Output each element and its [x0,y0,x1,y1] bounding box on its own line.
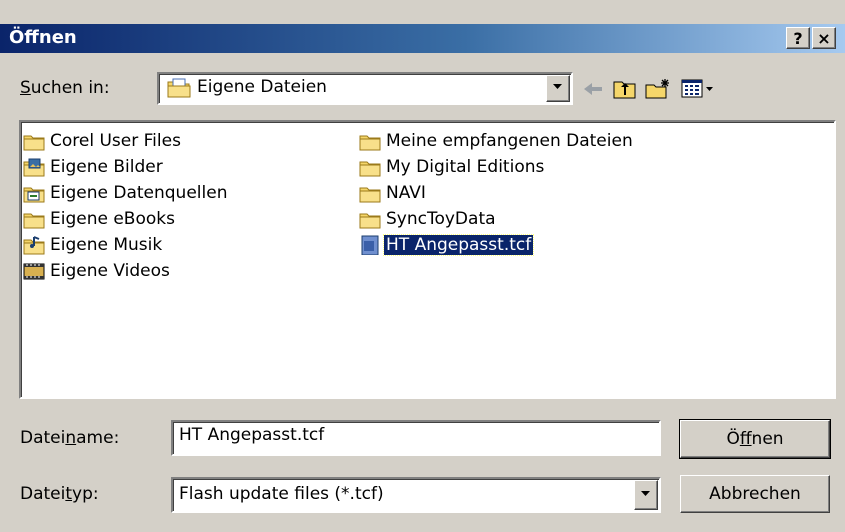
music-folder-icon [23,236,45,255]
new-folder-icon [645,79,669,99]
folder-icon [359,213,381,229]
open-dialog: Öffnen ? × Suchen in: Eigene Dateien Cor… [0,0,845,532]
pictures-folder-icon [23,158,45,177]
folder-icon [23,135,45,151]
list-item-label: Eigene Videos [50,261,170,281]
list-item-label: Eigene eBooks [50,209,175,229]
up-folder-icon [613,81,636,99]
title-bar[interactable]: Öffnen ? × [0,24,845,53]
list-item-label: Meine empfangenen Dateien [386,131,633,151]
list-item[interactable]: My Digital Editions [359,155,546,179]
filename-input[interactable]: HT Angepasst.tcf [171,420,661,456]
view-menu-button[interactable] [678,75,718,103]
close-button[interactable]: × [812,27,836,49]
list-item[interactable]: NAVI [359,181,428,205]
filetype-combo[interactable]: Flash update files (*.tcf) [171,477,661,513]
list-item[interactable]: SyncToyData [359,207,498,231]
list-item[interactable]: Corel User Files [23,129,183,153]
up-folder-button[interactable] [610,75,640,103]
videos-folder-icon [23,263,45,280]
file-icon [361,235,379,255]
folder-icon [359,187,381,203]
folder-icon [23,213,45,229]
back-arrow-icon [584,83,602,95]
filename-input-value: HT Angepasst.tcf [179,425,325,445]
list-item-label: Eigene Datenquellen [50,183,228,203]
list-item-label: NAVI [386,183,426,203]
filetype-dropdown-button[interactable] [634,480,658,510]
folder-icon [359,135,381,151]
data-sources-folder-icon [23,187,45,203]
view-menu-icon [681,79,713,98]
open-button[interactable]: Öffnen [679,419,831,459]
list-item[interactable]: Eigene Bilder [23,155,165,179]
folder-icon [359,161,381,177]
look-in-value: Eigene Dateien [197,77,327,97]
list-item-label: Eigene Musik [50,235,163,255]
list-item-label: Eigene Bilder [50,157,163,177]
list-item-label: Corel User Files [50,131,181,151]
list-item[interactable]: Eigene Videos [23,259,172,283]
chevron-down-icon [641,491,650,496]
back-button[interactable] [578,75,608,103]
look-in-dropdown-button[interactable] [546,75,570,102]
cancel-button[interactable]: Abbrechen [680,475,830,513]
list-item-label: My Digital Editions [386,157,545,177]
chevron-down-icon [553,84,562,89]
filetype-value: Flash update files (*.tcf) [179,484,384,504]
help-button[interactable]: ? [786,27,810,49]
look-in-combo[interactable]: Eigene Dateien [157,72,573,105]
list-item-label: HT Angepasst.tcf [382,234,535,256]
list-item[interactable]: Meine empfangenen Dateien [359,129,635,153]
documents-folder-icon [167,78,191,98]
list-item-label: SyncToyData [386,209,496,229]
new-folder-button[interactable] [642,75,672,103]
file-list[interactable]: Corel User Files Eigene Bilder Eigene Date… [19,120,836,399]
list-item[interactable]: Eigene Datenquellen [23,181,229,205]
filetype-label: Dateityp: [20,484,99,504]
list-item[interactable]: Eigene eBooks [23,207,177,231]
list-item[interactable]: Eigene Musik [23,233,164,257]
window-title: Öffnen [9,27,77,48]
look-in-label: Suchen in: [20,78,110,98]
list-item[interactable]: HT Angepasst.tcf [359,233,535,257]
filename-label: Dateiname: [20,428,120,448]
